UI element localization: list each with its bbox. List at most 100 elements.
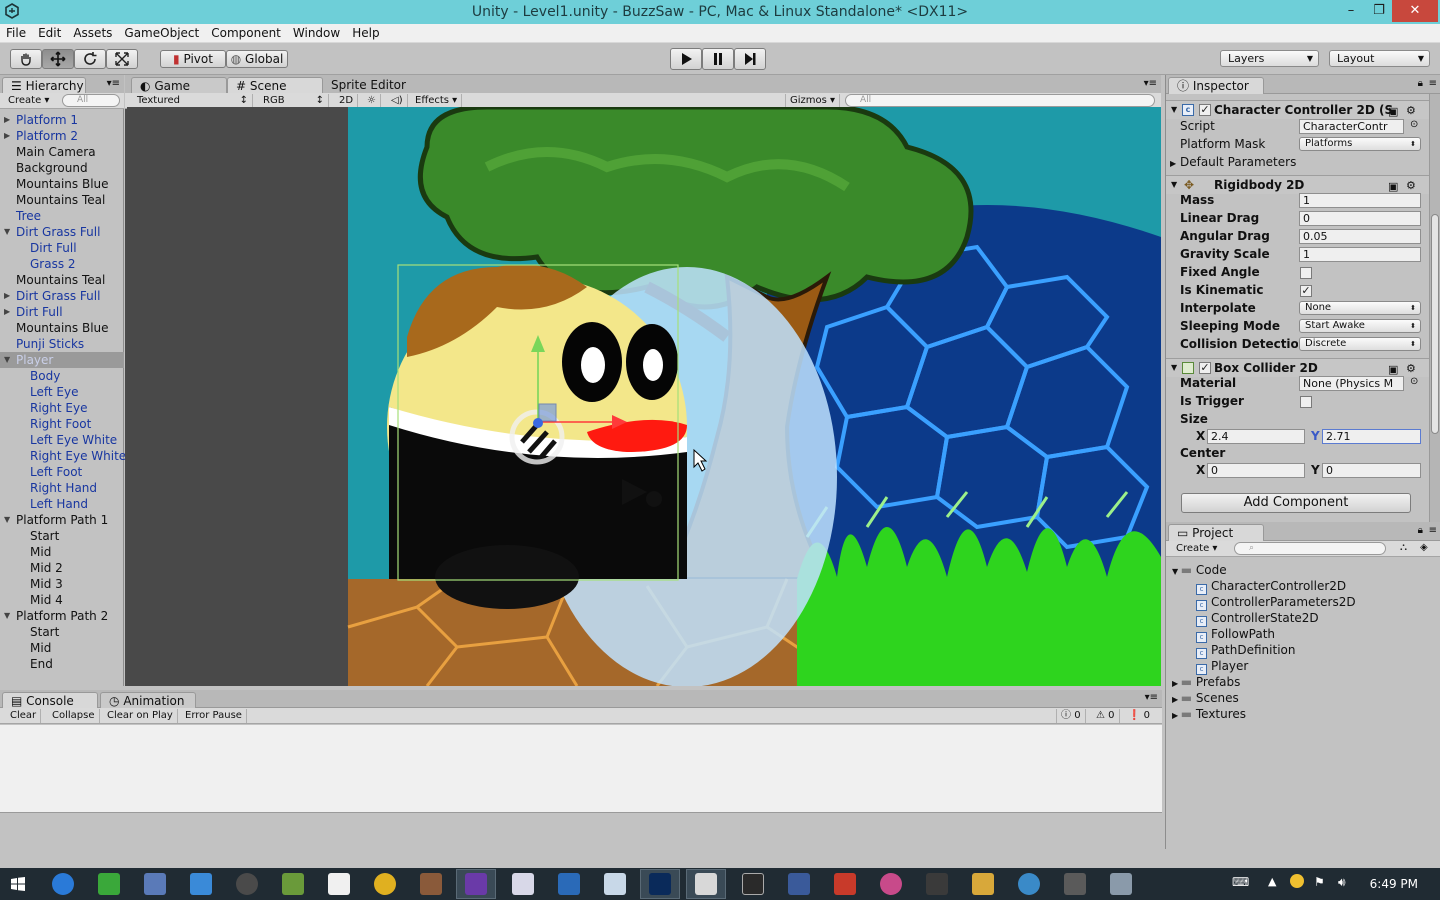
file-manager-icon[interactable]	[282, 873, 304, 895]
linear-drag-input[interactable]: 0	[1299, 211, 1421, 226]
project-script[interactable]: c ControllerState2D	[1196, 610, 1319, 627]
size-y-input[interactable]: 2.71	[1322, 429, 1421, 444]
layout-dropdown[interactable]: Layout ▼	[1329, 50, 1430, 67]
archive-icon[interactable]	[420, 873, 442, 895]
hierarchy-search-input[interactable]: All	[62, 94, 120, 107]
interpolate-dropdown[interactable]: None ⬍	[1299, 301, 1421, 315]
audio-toggle[interactable]: ◁)	[387, 94, 408, 108]
screen-capture-icon[interactable]	[604, 873, 626, 895]
move-gizmo-plane-handle[interactable]	[538, 403, 557, 422]
hierarchy-item[interactable]: Start	[0, 624, 124, 640]
layers-dropdown[interactable]: Layers ▼	[1220, 50, 1319, 67]
chrome-icon[interactable]	[374, 873, 396, 895]
menu-help[interactable]: Help	[346, 24, 385, 43]
tray-expand-icon[interactable]: ▲	[1268, 875, 1276, 888]
hierarchy-item[interactable]: Left Eye	[0, 384, 124, 400]
hierarchy-item[interactable]: ▼ Dirt Grass Full	[0, 224, 124, 240]
expand-down-icon[interactable]: ▼	[4, 224, 10, 240]
center-x-input[interactable]: 0	[1207, 463, 1305, 478]
photoshop-icon[interactable]	[649, 873, 671, 895]
gizmos-dropdown[interactable]: Gizmos ▾	[785, 94, 841, 108]
hierarchy-item[interactable]: Body	[0, 368, 124, 384]
pivot-toggle[interactable]: ▮ Pivot	[160, 50, 226, 68]
menu-file[interactable]: File	[0, 24, 32, 43]
console-clear-button[interactable]: Clear	[6, 709, 42, 723]
expand-right-icon[interactable]: ▶	[1172, 695, 1181, 704]
unity-icon[interactable]	[695, 873, 717, 895]
tab-console[interactable]: ▤ Console	[2, 692, 98, 709]
platform-mask-dropdown[interactable]: Platforms ⬍	[1299, 137, 1421, 151]
expand-down-icon[interactable]: ▼	[1172, 567, 1181, 576]
inspector-scrollbar-thumb[interactable]	[1431, 214, 1439, 434]
fixed-angle-checkbox[interactable]	[1300, 267, 1312, 279]
hierarchy-item[interactable]: Mid	[0, 640, 124, 656]
scene-viewport[interactable]	[127, 107, 1161, 686]
filter-by-type-icon[interactable]: ⛬	[1400, 542, 1407, 553]
size-x-input[interactable]: 2.4	[1207, 429, 1305, 444]
lock-icon[interactable]: 🔒︎	[1418, 78, 1423, 89]
project-search-input[interactable]: ⌕	[1234, 542, 1386, 555]
minimize-button[interactable]: –	[1336, 0, 1366, 22]
sleeping-mode-dropdown[interactable]: Start Awake ⬍	[1299, 319, 1421, 333]
effects-dropdown[interactable]: Effects ▾	[411, 94, 463, 108]
menu-gameobject[interactable]: GameObject	[118, 24, 205, 43]
console-warning-filter[interactable]: ⚠ 0	[1092, 709, 1120, 723]
gravity-scale-input[interactable]: 1	[1299, 247, 1421, 262]
volume-icon[interactable]: 🔊︎	[1338, 875, 1346, 890]
render-mode-dropdown[interactable]: Textured ↕	[133, 94, 253, 108]
lighting-toggle[interactable]: ☼	[363, 94, 381, 108]
expand-down-icon[interactable]: ▼	[4, 608, 10, 624]
expand-right-icon[interactable]: ▶	[4, 112, 10, 128]
pandora-icon[interactable]	[328, 873, 350, 895]
windows-start-icon[interactable]	[10, 876, 26, 892]
mass-input[interactable]: 1	[1299, 193, 1421, 208]
steam-icon[interactable]	[236, 873, 258, 895]
project-folder[interactable]: ▼ ▬ Code	[1172, 562, 1227, 578]
mode-2d-toggle[interactable]: 2D	[335, 94, 359, 108]
tab-animation[interactable]: ◷ Animation	[100, 692, 196, 709]
hand-tool-button[interactable]	[10, 49, 42, 69]
network-icon[interactable]	[144, 873, 166, 895]
center-y-input[interactable]: 0	[1322, 463, 1421, 478]
clover-icon[interactable]	[98, 873, 120, 895]
hierarchy-item[interactable]: Mountains Teal	[0, 192, 124, 208]
hierarchy-item[interactable]: Right Eye	[0, 400, 124, 416]
document-icon[interactable]	[512, 873, 534, 895]
project-script[interactable]: c FollowPath	[1196, 626, 1275, 643]
hierarchy-item[interactable]: End	[0, 656, 124, 672]
pause-button[interactable]	[702, 48, 734, 70]
game-icon[interactable]	[926, 873, 948, 895]
project-folder[interactable]: ▶ ▬ Prefabs	[1172, 674, 1240, 690]
hierarchy-item[interactable]: Left Foot	[0, 464, 124, 480]
hierarchy-item[interactable]: Mountains Teal	[0, 272, 124, 288]
project-script[interactable]: c PathDefinition	[1196, 642, 1295, 659]
collision-detection-dropdown[interactable]: Discrete ⬍	[1299, 337, 1421, 351]
move-tool-button[interactable]	[42, 49, 74, 69]
hierarchy-item[interactable]: Mountains Blue	[0, 176, 124, 192]
internet-explorer-icon[interactable]	[52, 873, 74, 895]
tray-smiley-icon[interactable]	[1290, 874, 1304, 888]
object-picker-icon[interactable]: ⊙	[1410, 119, 1418, 130]
hierarchy-item[interactable]: Mountains Blue	[0, 320, 124, 336]
collapse-arrow-icon[interactable]: ▼	[1171, 101, 1177, 119]
project-script[interactable]: c Player	[1196, 658, 1248, 675]
material-field[interactable]: None (Physics M	[1299, 376, 1404, 391]
jetbrains-icon[interactable]	[558, 873, 580, 895]
menu-component[interactable]: Component	[205, 24, 287, 43]
tab-inspector[interactable]: ⓘ Inspector	[1168, 77, 1264, 94]
expand-right-icon[interactable]: ▶	[1172, 679, 1181, 688]
hierarchy-item[interactable]: ▶ Dirt Grass Full	[0, 288, 124, 304]
hierarchy-item[interactable]: ▶ Platform 2	[0, 128, 124, 144]
hierarchy-item[interactable]: Right Hand	[0, 480, 124, 496]
rotate-tool-button[interactable]	[74, 49, 106, 69]
global-toggle[interactable]: ◍ Global	[226, 50, 288, 68]
hierarchy-create-button[interactable]: Create ▾	[4, 94, 53, 108]
expand-right-icon[interactable]: ▶	[1172, 711, 1181, 720]
filezilla-icon[interactable]	[834, 873, 856, 895]
inspector-scrollbar[interactable]	[1429, 94, 1440, 522]
console-log-area[interactable]	[0, 725, 1162, 813]
collapse-arrow-icon[interactable]: ▼	[1171, 176, 1177, 194]
hierarchy-item[interactable]: Main Camera	[0, 144, 124, 160]
hierarchy-item[interactable]: Right Foot	[0, 416, 124, 432]
keyboard-tray-icon[interactable]: ⌨	[1232, 875, 1249, 889]
